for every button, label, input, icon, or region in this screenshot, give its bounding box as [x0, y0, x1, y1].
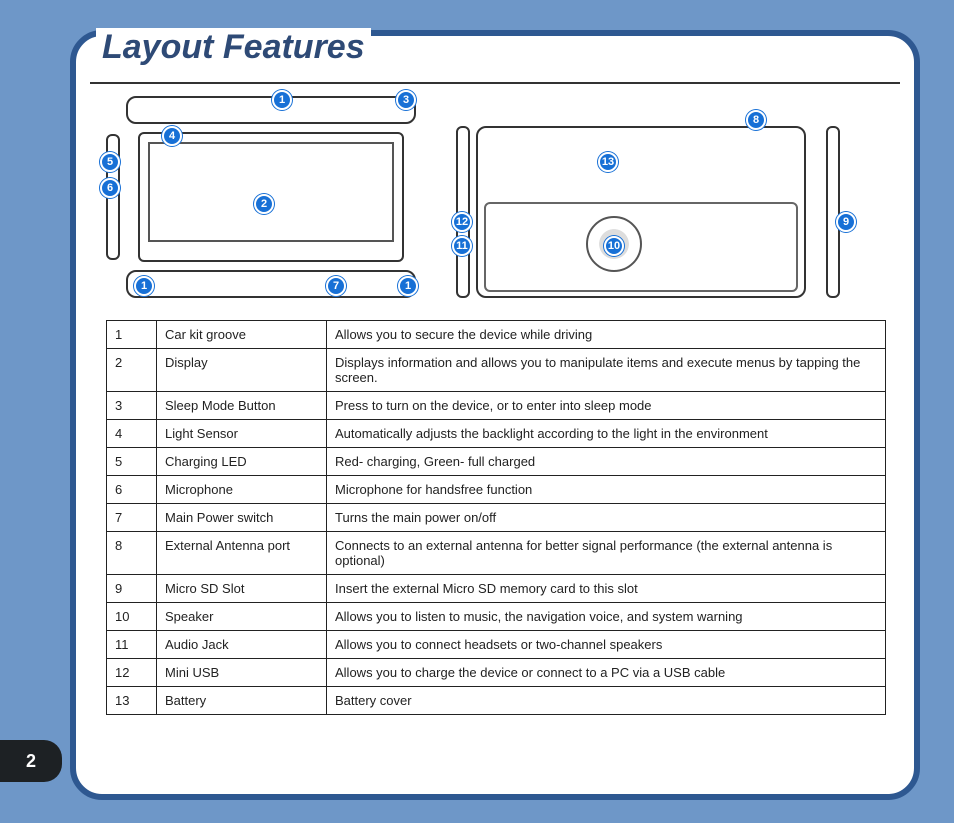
table-row: 6MicrophoneMicrophone for handsfree func…: [107, 476, 886, 504]
table-row: 8External Antenna portConnects to an ext…: [107, 532, 886, 575]
feature-number: 9: [107, 575, 157, 603]
page-frame: Layout Features 1345621718131211109 1Car…: [70, 30, 920, 800]
callout-9: 9: [836, 212, 856, 232]
callout-3: 3: [396, 90, 416, 110]
feature-name: Battery: [157, 687, 327, 715]
table-row: 5Charging LEDRed- charging, Green- full …: [107, 448, 886, 476]
feature-name: Car kit groove: [157, 321, 327, 349]
feature-number: 4: [107, 420, 157, 448]
callout-8: 8: [746, 110, 766, 130]
feature-name: Speaker: [157, 603, 327, 631]
feature-number: 10: [107, 603, 157, 631]
callout-1: 1: [272, 90, 292, 110]
feature-name: Display: [157, 349, 327, 392]
callout-5: 5: [100, 152, 120, 172]
callout-6: 6: [100, 178, 120, 198]
feature-description: Connects to an external antenna for bett…: [327, 532, 886, 575]
callout-2: 2: [254, 194, 274, 214]
feature-name: Microphone: [157, 476, 327, 504]
feature-number: 2: [107, 349, 157, 392]
feature-number: 8: [107, 532, 157, 575]
feature-number: 13: [107, 687, 157, 715]
table-row: 2DisplayDisplays information and allows …: [107, 349, 886, 392]
feature-name: Micro SD Slot: [157, 575, 327, 603]
feature-name: Charging LED: [157, 448, 327, 476]
device-top-bar: [126, 96, 416, 124]
callout-10: 10: [604, 236, 624, 256]
feature-name: Sleep Mode Button: [157, 392, 327, 420]
feature-description: Battery cover: [327, 687, 886, 715]
feature-description: Allows you to connect headsets or two-ch…: [327, 631, 886, 659]
feature-description: Microphone for handsfree function: [327, 476, 886, 504]
table-row: 10SpeakerAllows you to listen to music, …: [107, 603, 886, 631]
feature-description: Allows you to secure the device while dr…: [327, 321, 886, 349]
table-row: 4Light SensorAutomatically adjusts the b…: [107, 420, 886, 448]
feature-description: Allows you to listen to music, the navig…: [327, 603, 886, 631]
feature-description: Press to turn on the device, or to enter…: [327, 392, 886, 420]
callout-1: 1: [134, 276, 154, 296]
page-number: 2: [0, 740, 62, 782]
table-row: 13BatteryBattery cover: [107, 687, 886, 715]
feature-number: 12: [107, 659, 157, 687]
callout-4: 4: [162, 126, 182, 146]
callout-1: 1: [398, 276, 418, 296]
table-row: 1Car kit grooveAllows you to secure the …: [107, 321, 886, 349]
device-diagram: 1345621718131211109: [106, 96, 896, 311]
table-row: 3Sleep Mode ButtonPress to turn on the d…: [107, 392, 886, 420]
feature-description: Automatically adjusts the backlight acco…: [327, 420, 886, 448]
table-row: 11Audio JackAllows you to connect headse…: [107, 631, 886, 659]
table-row: 9Micro SD SlotInsert the external Micro …: [107, 575, 886, 603]
callout-13: 13: [598, 152, 618, 172]
callout-12: 12: [452, 212, 472, 232]
feature-name: Main Power switch: [157, 504, 327, 532]
feature-number: 3: [107, 392, 157, 420]
feature-number: 1: [107, 321, 157, 349]
feature-description: Insert the external Micro SD memory card…: [327, 575, 886, 603]
feature-number: 11: [107, 631, 157, 659]
table-row: 12Mini USBAllows you to charge the devic…: [107, 659, 886, 687]
feature-description: Allows you to charge the device or conne…: [327, 659, 886, 687]
feature-name: Mini USB: [157, 659, 327, 687]
page-title: Layout Features: [96, 28, 371, 67]
features-table: 1Car kit grooveAllows you to secure the …: [106, 320, 886, 715]
feature-name: Audio Jack: [157, 631, 327, 659]
feature-description: Red- charging, Green- full charged: [327, 448, 886, 476]
feature-number: 5: [107, 448, 157, 476]
callout-11: 11: [452, 236, 472, 256]
device-bottom-bar: [126, 270, 416, 298]
title-rule: [90, 82, 900, 84]
callout-7: 7: [326, 276, 346, 296]
feature-description: Displays information and allows you to m…: [327, 349, 886, 392]
table-row: 7Main Power switchTurns the main power o…: [107, 504, 886, 532]
feature-number: 6: [107, 476, 157, 504]
device-back-right-edge: [826, 126, 840, 298]
feature-number: 7: [107, 504, 157, 532]
feature-name: External Antenna port: [157, 532, 327, 575]
feature-description: Turns the main power on/off: [327, 504, 886, 532]
feature-name: Light Sensor: [157, 420, 327, 448]
